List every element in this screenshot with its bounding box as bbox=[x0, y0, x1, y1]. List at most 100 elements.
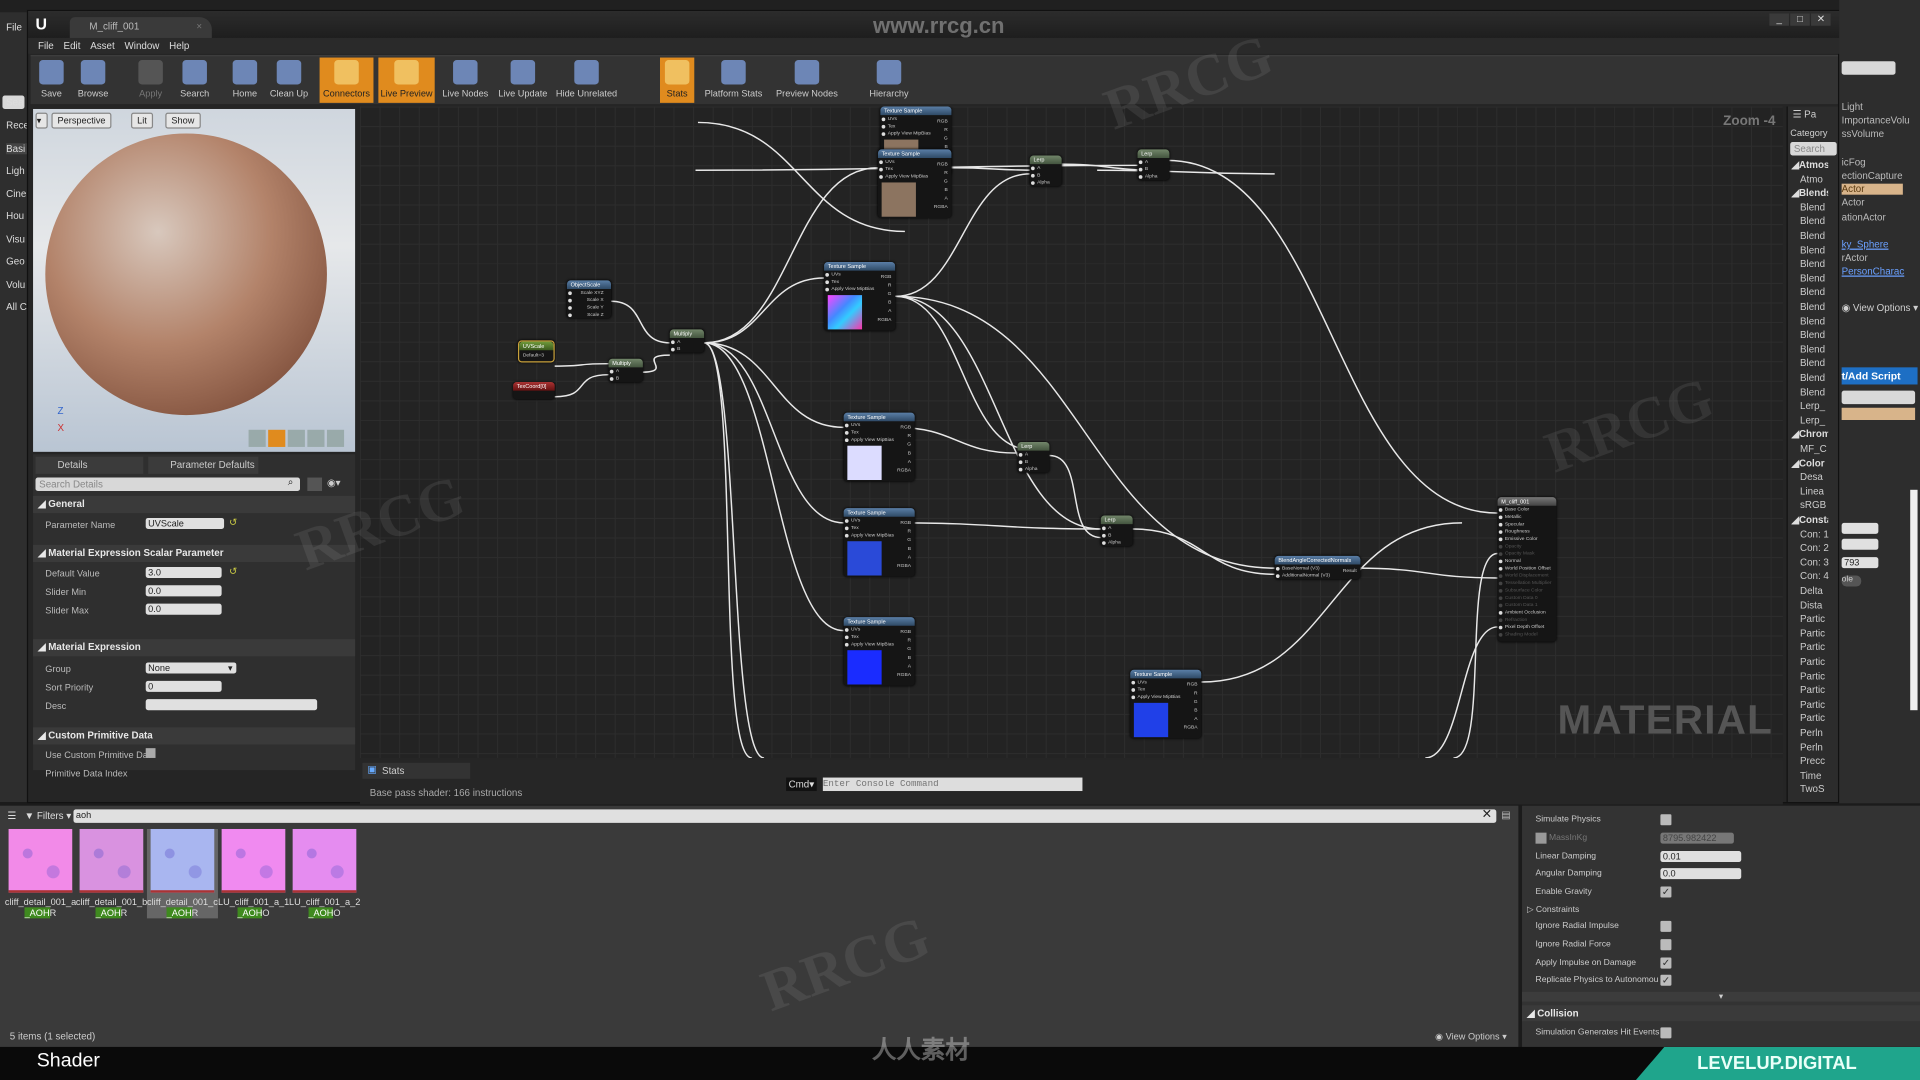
node-output-pin[interactable]: RGBA bbox=[897, 562, 911, 568]
palette-item[interactable]: Atmo bbox=[1800, 173, 1837, 184]
material-input-pin[interactable]: Custom Data 1 bbox=[1498, 601, 1557, 608]
node-output-pin[interactable]: RGB bbox=[937, 160, 948, 166]
material-input-pin[interactable]: Custom Data 0 bbox=[1498, 594, 1557, 601]
group-dropdown[interactable]: None ▾ bbox=[145, 662, 237, 674]
toolbar-button-browse[interactable]: Browse bbox=[72, 58, 114, 103]
reset-icon[interactable]: ↺ bbox=[229, 566, 237, 577]
node-output-pin[interactable]: G bbox=[944, 178, 948, 184]
table-button[interactable]: ole bbox=[1841, 575, 1862, 587]
graph-node-lerp[interactable]: Lerp A B Alpha bbox=[1017, 442, 1050, 473]
replicate-physics-checkbox[interactable]: ✓ bbox=[1660, 974, 1672, 986]
sphere-icon[interactable] bbox=[268, 429, 286, 447]
sources-toggle-icon[interactable]: ☰ bbox=[7, 811, 16, 822]
section-collision[interactable]: ◢ Collision bbox=[1522, 1005, 1920, 1022]
graph-node-tex[interactable]: Texture Sample UVs Tex Apply View MipBias RG… bbox=[824, 262, 896, 331]
cmd-dropdown[interactable]: Cmd▾ bbox=[786, 777, 817, 792]
cube-icon[interactable] bbox=[307, 429, 325, 447]
outliner-row[interactable]: PersonCharac bbox=[1842, 266, 1905, 277]
palette-item[interactable]: sRGB bbox=[1800, 500, 1837, 511]
material-input-pin[interactable]: Opacity bbox=[1498, 542, 1557, 549]
node-output-pin[interactable]: B bbox=[908, 654, 911, 660]
node-output-pin[interactable]: G bbox=[907, 645, 911, 651]
material-input-pin[interactable]: Shading Model bbox=[1498, 631, 1557, 638]
outliner-row[interactable]: Light bbox=[1842, 102, 1863, 113]
eye-icon[interactable]: ◉▾ bbox=[327, 478, 340, 489]
node-pin[interactable]: Alpha bbox=[1101, 539, 1133, 546]
node-output-pin[interactable]: Scale Z bbox=[567, 311, 611, 318]
material-input-pin[interactable]: Tessellation Multiplier bbox=[1498, 579, 1557, 586]
node-output-pin[interactable]: R bbox=[907, 432, 911, 438]
node-output-pin[interactable]: A bbox=[908, 458, 911, 464]
node-pin[interactable]: A bbox=[609, 367, 643, 374]
node-pin[interactable]: B bbox=[670, 345, 704, 352]
lit-button[interactable]: Lit bbox=[131, 112, 153, 129]
ignore-radial-force-checkbox[interactable] bbox=[1660, 939, 1672, 951]
transform-field[interactable] bbox=[1841, 538, 1879, 550]
simulate-physics-checkbox[interactable] bbox=[1660, 814, 1672, 826]
place-category-1[interactable]: Basi bbox=[6, 142, 27, 154]
asset-tile[interactable]: cliff_detail_001_c _AOHR bbox=[146, 828, 218, 919]
node-output-pin[interactable]: G bbox=[1194, 698, 1198, 704]
components-search-input[interactable] bbox=[1841, 390, 1916, 405]
palette-category[interactable]: ◢Chrom bbox=[1791, 429, 1828, 440]
node-output-pin[interactable]: A bbox=[908, 662, 911, 668]
place-search-input[interactable]: Sea bbox=[2, 95, 25, 109]
place-category-7[interactable]: Volu bbox=[6, 279, 27, 290]
graph-node-param[interactable]: UVScale Default=3 bbox=[517, 340, 555, 363]
node-pin[interactable]: B bbox=[609, 375, 643, 382]
node-pin[interactable]: B bbox=[1030, 171, 1062, 178]
graph-node-mul[interactable]: Multiply A B bbox=[608, 358, 643, 383]
palette-item[interactable]: Con: 3 bbox=[1800, 557, 1837, 568]
palette-category[interactable]: ◢Atmos bbox=[1791, 159, 1828, 170]
node-output-pin[interactable]: Scale X bbox=[567, 296, 611, 303]
node-output-pin[interactable]: RGBA bbox=[897, 671, 911, 677]
toolbar-button-stats[interactable]: Stats bbox=[660, 57, 695, 103]
cb-view-options[interactable]: ◉ View Options ▾ bbox=[1435, 1031, 1507, 1042]
mass-override-checkbox[interactable] bbox=[1535, 832, 1547, 844]
place-category-8[interactable]: All C bbox=[6, 301, 27, 312]
palette-item[interactable]: Blend bbox=[1800, 386, 1837, 397]
hit-events-checkbox[interactable] bbox=[1660, 1027, 1672, 1039]
toolbar-button-preview-nodes[interactable]: Preview Nodes bbox=[773, 58, 842, 103]
node-pin[interactable]: A bbox=[1030, 164, 1062, 171]
outliner-row[interactable]: icFog bbox=[1842, 156, 1866, 167]
node-output-pin[interactable]: RGB bbox=[881, 273, 892, 279]
node-output-pin[interactable]: B bbox=[908, 449, 911, 455]
palette-item[interactable]: Partic bbox=[1800, 656, 1837, 667]
node-pin[interactable]: Apply View MipBias bbox=[844, 531, 915, 538]
apply-impulse-checkbox[interactable]: ✓ bbox=[1660, 957, 1672, 969]
palette-item[interactable]: Blend bbox=[1800, 230, 1837, 241]
node-pin[interactable]: B bbox=[1018, 458, 1050, 465]
toolbar-button-apply[interactable]: Apply bbox=[131, 58, 170, 103]
palette-item[interactable]: Blend bbox=[1800, 301, 1837, 312]
palette-item[interactable]: Blend bbox=[1800, 287, 1837, 298]
slider-min-input[interactable]: 0.0 bbox=[145, 585, 222, 597]
preview-viewport[interactable]: ▾ Perspective Lit Show Z X bbox=[33, 108, 356, 452]
outliner-view-options[interactable]: ◉ View Options ▾ bbox=[1842, 302, 1918, 313]
outliner-row[interactable]: ectionCapture bbox=[1842, 170, 1903, 181]
palette-item[interactable]: Blend bbox=[1800, 358, 1837, 369]
graph-node-lerp[interactable]: Lerp A B Alpha bbox=[1137, 149, 1170, 181]
tab-stats[interactable]: Stats bbox=[362, 762, 471, 779]
perspective-button[interactable]: Perspective bbox=[51, 112, 112, 129]
place-category-5[interactable]: Visu bbox=[6, 233, 27, 244]
section-scalar-parameter[interactable]: ◢ Material Expression Scalar Parameter bbox=[33, 544, 356, 563]
graph-node-tex[interactable]: Texture Sample UVs Tex Apply View MipBias RG… bbox=[843, 617, 915, 686]
node-output-pin[interactable]: RGB bbox=[900, 519, 911, 525]
default-value-input[interactable]: 3.0 bbox=[145, 566, 222, 578]
save-search-icon[interactable]: ▤ bbox=[1501, 809, 1510, 820]
toolbar-button-search[interactable]: Search bbox=[173, 58, 217, 103]
palette-item[interactable]: Blend bbox=[1800, 244, 1837, 255]
node-output-pin[interactable]: R bbox=[944, 126, 948, 132]
enable-gravity-checkbox[interactable]: ✓ bbox=[1660, 886, 1672, 898]
node-output-pin[interactable]: R bbox=[907, 637, 911, 643]
node-pin[interactable]: B bbox=[1138, 165, 1170, 172]
material-input-pin[interactable]: Roughness bbox=[1498, 528, 1557, 535]
filters-button[interactable]: ▼ Filters ▾ bbox=[24, 811, 71, 822]
constraints-expander[interactable]: ▷ Constraints bbox=[1527, 905, 1579, 915]
palette-item[interactable]: Partic bbox=[1800, 713, 1837, 724]
node-pin[interactable]: Alpha bbox=[1018, 465, 1050, 472]
graph-node-coord[interactable]: TexCoord[0] bbox=[513, 382, 555, 400]
node-pin[interactable]: Apply View MipBias bbox=[844, 436, 915, 443]
console-input[interactable] bbox=[822, 777, 1083, 792]
